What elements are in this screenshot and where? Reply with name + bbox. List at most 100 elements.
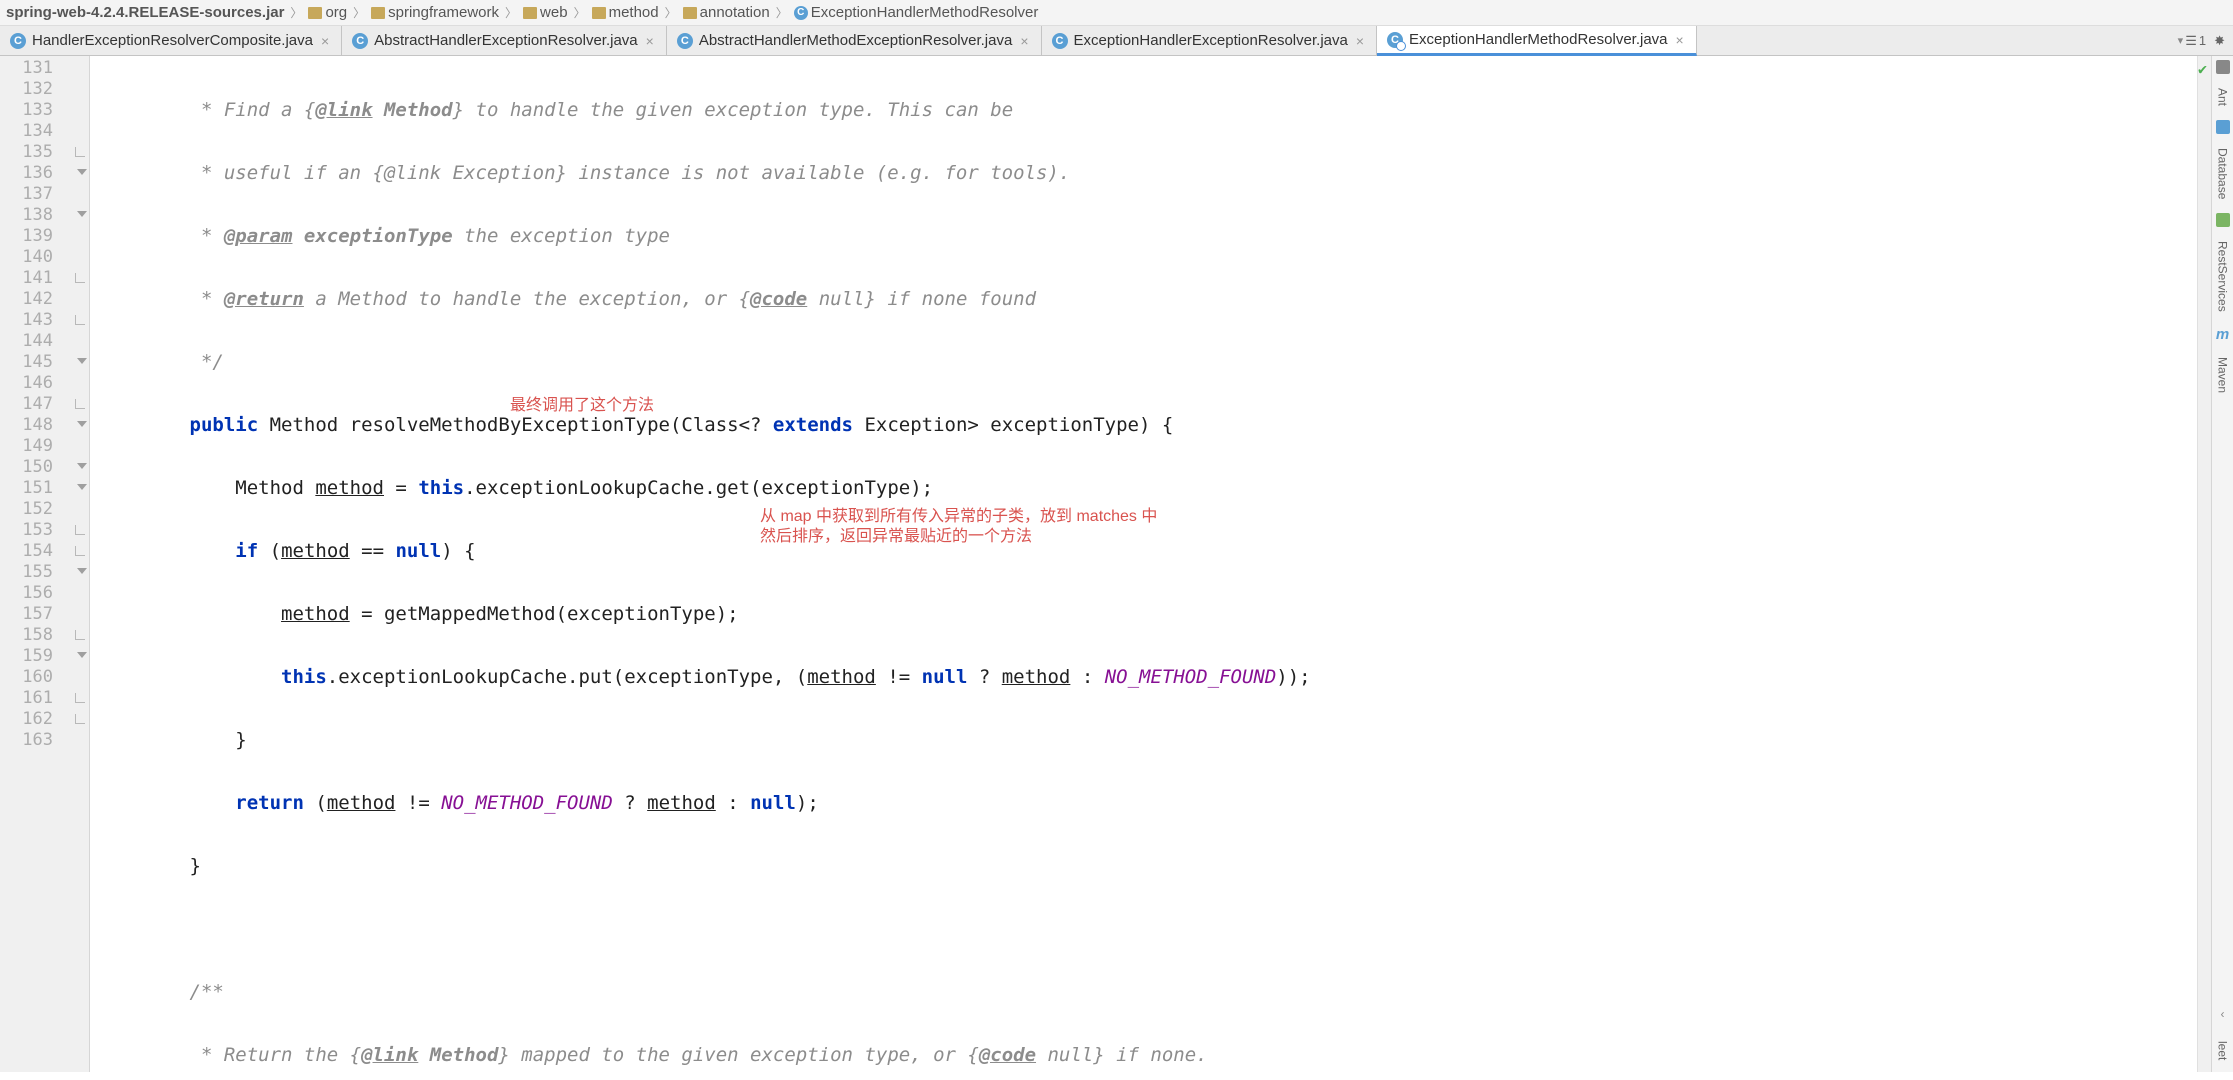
fold-end-icon[interactable] bbox=[75, 693, 85, 703]
database-icon[interactable] bbox=[2216, 120, 2230, 134]
fold-start-icon[interactable] bbox=[77, 484, 87, 490]
folder-icon bbox=[683, 7, 697, 19]
line-number[interactable]: 144 bbox=[0, 331, 89, 352]
fold-end-icon[interactable] bbox=[75, 630, 85, 640]
tab-label: AbstractHandlerMethodExceptionResolver.j… bbox=[699, 32, 1013, 49]
line-number[interactable]: 132 bbox=[0, 79, 89, 100]
fold-start-icon[interactable] bbox=[77, 169, 87, 175]
ant-icon[interactable] bbox=[2216, 60, 2230, 74]
line-number[interactable]: 139 bbox=[0, 226, 89, 247]
sidebar-tab-leet[interactable]: leet bbox=[2214, 1033, 2232, 1068]
tab-abstract-handler-method-exception-resolver[interactable]: C AbstractHandlerMethodExceptionResolver… bbox=[667, 26, 1042, 55]
sidebar-tab-database[interactable]: Database bbox=[2214, 140, 2232, 207]
close-icon[interactable]: × bbox=[644, 33, 656, 49]
close-icon[interactable]: × bbox=[1674, 32, 1686, 48]
line-number[interactable]: 140 bbox=[0, 247, 89, 268]
line-number[interactable]: 131 bbox=[0, 58, 89, 79]
line-number[interactable]: 148 bbox=[0, 415, 89, 436]
line-number[interactable]: 163 bbox=[0, 730, 89, 751]
fold-start-icon[interactable] bbox=[77, 211, 87, 217]
line-number[interactable]: 158 bbox=[0, 625, 89, 646]
breadcrumb-folder[interactable]: springframework bbox=[371, 4, 499, 21]
line-number[interactable]: 159 bbox=[0, 646, 89, 667]
sidebar-tab-ant[interactable]: Ant bbox=[2214, 80, 2232, 114]
editor: 1311321331341351361371381391401411421431… bbox=[0, 56, 2233, 1072]
fold-end-icon[interactable] bbox=[75, 525, 85, 535]
sidebar-tab-rest[interactable]: RestServices bbox=[2214, 233, 2232, 320]
fold-end-icon[interactable] bbox=[75, 147, 85, 157]
breadcrumb-class[interactable]: CExceptionHandlerMethodResolver bbox=[794, 4, 1039, 21]
line-number[interactable]: 133 bbox=[0, 100, 89, 121]
line-number[interactable]: 149 bbox=[0, 436, 89, 457]
line-number[interactable]: 156 bbox=[0, 583, 89, 604]
tab-exception-handler-exception-resolver[interactable]: C ExceptionHandlerExceptionResolver.java… bbox=[1042, 26, 1378, 55]
line-number[interactable]: 162 bbox=[0, 709, 89, 730]
line-number[interactable]: 142 bbox=[0, 289, 89, 310]
line-number[interactable]: 134 bbox=[0, 121, 89, 142]
tabs-counter: 1 bbox=[2199, 33, 2206, 48]
fold-start-icon[interactable] bbox=[77, 421, 87, 427]
line-number[interactable]: 150 bbox=[0, 457, 89, 478]
fold-start-icon[interactable] bbox=[77, 358, 87, 364]
wand-icon[interactable]: ✸ bbox=[2214, 33, 2225, 49]
line-number[interactable]: 147 bbox=[0, 394, 89, 415]
line-number[interactable]: 143 bbox=[0, 310, 89, 331]
fold-end-icon[interactable] bbox=[75, 546, 85, 556]
line-number[interactable]: 154 bbox=[0, 541, 89, 562]
breadcrumb-folder[interactable]: org bbox=[308, 4, 347, 21]
tabs-actions: ▾ ☰ 1 ✸ bbox=[2170, 26, 2233, 55]
folder-icon bbox=[592, 7, 606, 19]
fold-end-icon[interactable] bbox=[75, 315, 85, 325]
line-number[interactable]: 146 bbox=[0, 373, 89, 394]
line-number[interactable]: 160 bbox=[0, 667, 89, 688]
tab-label: HandlerExceptionResolverComposite.java bbox=[32, 32, 313, 49]
check-icon: ✔ bbox=[2198, 60, 2207, 78]
list-icon[interactable]: ☰ bbox=[2185, 33, 2197, 49]
fold-end-icon[interactable] bbox=[75, 273, 85, 283]
fold-start-icon[interactable] bbox=[77, 652, 87, 658]
close-icon[interactable]: × bbox=[1354, 33, 1366, 49]
breadcrumb-folder[interactable]: web bbox=[523, 4, 568, 21]
fold-start-icon[interactable] bbox=[77, 463, 87, 469]
tab-label: AbstractHandlerExceptionResolver.java bbox=[374, 32, 637, 49]
line-number[interactable]: 135 bbox=[0, 142, 89, 163]
sidebar-tab-maven[interactable]: Maven bbox=[2214, 349, 2232, 401]
right-tool-sidebar: Ant Database RestServices m Maven ‹ leet bbox=[2211, 56, 2233, 1072]
chevron-right-icon: 〉 bbox=[351, 4, 367, 21]
rest-icon[interactable] bbox=[2216, 213, 2230, 227]
breadcrumb: spring-web-4.2.4.RELEASE-sources.jar 〉 o… bbox=[0, 0, 2233, 26]
tab-abstract-handler-exception-resolver[interactable]: C AbstractHandlerExceptionResolver.java … bbox=[342, 26, 667, 55]
line-number[interactable]: 153 bbox=[0, 520, 89, 541]
breadcrumb-jar[interactable]: spring-web-4.2.4.RELEASE-sources.jar bbox=[6, 4, 284, 21]
line-number[interactable]: 155 bbox=[0, 562, 89, 583]
line-number[interactable]: 157 bbox=[0, 604, 89, 625]
line-gutter[interactable]: 1311321331341351361371381391401411421431… bbox=[0, 56, 90, 1072]
breadcrumb-folder[interactable]: annotation bbox=[683, 4, 770, 21]
line-number[interactable]: 151 bbox=[0, 478, 89, 499]
line-number[interactable]: 136 bbox=[0, 163, 89, 184]
line-number[interactable]: 145 bbox=[0, 352, 89, 373]
close-icon[interactable]: × bbox=[319, 33, 331, 49]
line-number[interactable]: 141 bbox=[0, 268, 89, 289]
fold-end-icon[interactable] bbox=[75, 399, 85, 409]
line-number[interactable]: 152 bbox=[0, 499, 89, 520]
close-icon[interactable]: × bbox=[1018, 33, 1030, 49]
fold-start-icon[interactable] bbox=[77, 568, 87, 574]
line-number[interactable]: 137 bbox=[0, 184, 89, 205]
annotation-2-line1: 从 map 中获取到所有传入异常的子类，放到 matches 中 bbox=[760, 506, 1157, 527]
annotation-1: 最终调用了这个方法 bbox=[510, 395, 654, 416]
code-area[interactable]: * Find a {@link Method} to handle the gi… bbox=[90, 56, 2197, 1072]
line-number[interactable]: 161 bbox=[0, 688, 89, 709]
chevron-down-icon[interactable]: ▾ bbox=[2178, 34, 2184, 47]
breadcrumb-folder[interactable]: method bbox=[592, 4, 659, 21]
tab-handler-exception-resolver-composite[interactable]: C HandlerExceptionResolverComposite.java… bbox=[0, 26, 342, 55]
expand-icon[interactable]: ‹ bbox=[2221, 1007, 2225, 1021]
class-icon: C bbox=[1052, 33, 1068, 49]
maven-icon[interactable]: m bbox=[2216, 326, 2229, 343]
line-number[interactable]: 138 bbox=[0, 205, 89, 226]
fold-end-icon[interactable] bbox=[75, 714, 85, 724]
marker-strip[interactable]: ✔ bbox=[2197, 56, 2211, 1072]
tab-label: ExceptionHandlerExceptionResolver.java bbox=[1074, 32, 1348, 49]
class-icon: C bbox=[1387, 32, 1403, 48]
tab-exception-handler-method-resolver[interactable]: C ExceptionHandlerMethodResolver.java × bbox=[1377, 26, 1697, 56]
